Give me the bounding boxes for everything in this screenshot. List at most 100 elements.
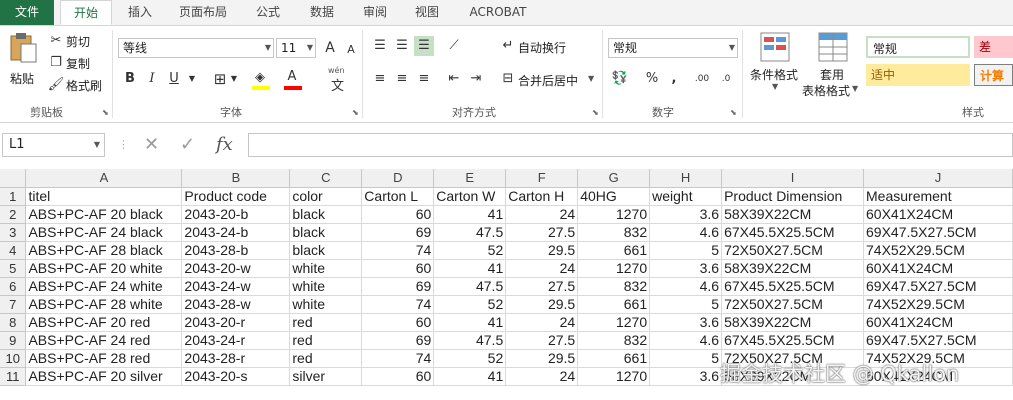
cut-button[interactable]: ✂ 剪切 [46, 32, 106, 50]
cell-G[interactable]: 832 [577, 277, 651, 296]
merge-center-button[interactable]: ⊟ 合并后居中 ▼ [498, 69, 598, 89]
cell-I[interactable]: 58X39X22CM [721, 313, 865, 332]
cell-E[interactable]: 47.5 [433, 223, 507, 242]
cell-J[interactable]: 60X41X24CM [863, 259, 1013, 278]
number-format-select[interactable]: 常规 ▼ [608, 38, 738, 58]
cell-E[interactable]: 52 [433, 241, 507, 260]
cell-H[interactable]: 4.6 [649, 331, 723, 350]
cell-B[interactable]: 2043-20-r [181, 313, 291, 332]
style-neutral[interactable]: 适中 [866, 64, 970, 86]
cell-J[interactable]: 69X47.5X27.5CM [863, 223, 1013, 242]
column-header-I[interactable]: I [721, 169, 865, 188]
italic-button[interactable]: I [142, 69, 162, 89]
cell-I[interactable]: Product Dimension [721, 187, 865, 206]
font-color-button[interactable]: A [282, 68, 304, 90]
cell-D[interactable]: 60 [361, 367, 435, 386]
cell-G[interactable]: 1270 [577, 205, 651, 224]
column-header-C[interactable]: C [289, 169, 363, 188]
alignment-launcher-icon[interactable]: ⬊ [592, 108, 599, 117]
row-header[interactable]: 3 [0, 223, 27, 242]
cell-E[interactable]: 52 [433, 295, 507, 314]
cell-F[interactable]: 29.5 [505, 349, 579, 368]
select-all-corner[interactable] [0, 169, 27, 188]
cell-D[interactable]: 69 [361, 223, 435, 242]
align-bottom-icon[interactable]: ☰ [414, 36, 434, 56]
cell-I[interactable]: 67X45.5X25.5CM [721, 277, 865, 296]
cell-J[interactable]: 74X52X29.5CM [863, 241, 1013, 260]
row-header[interactable]: 4 [0, 241, 27, 260]
cell-I[interactable]: 72X50X27.5CM [721, 295, 865, 314]
cell-C[interactable]: color [289, 187, 363, 206]
cell-B[interactable]: Product code [181, 187, 291, 206]
style-calculation[interactable]: 计算 [974, 64, 1013, 86]
style-bad[interactable]: 差 [974, 36, 1013, 58]
cell-G[interactable]: 1270 [577, 367, 651, 386]
cell-B[interactable]: 2043-20-s [181, 367, 291, 386]
increase-indent-icon[interactable]: ⇥ [466, 69, 486, 89]
cell-H[interactable]: 4.6 [649, 223, 723, 242]
tab-review[interactable]: 审阅 [353, 0, 397, 25]
tab-page-layout[interactable]: 页面布局 [170, 0, 236, 25]
cell-H[interactable]: 3.6 [649, 313, 723, 332]
tab-acrobat[interactable]: ACROBAT [460, 0, 536, 25]
tab-insert[interactable]: 插入 [118, 0, 162, 25]
cell-C[interactable]: red [289, 313, 363, 332]
cell-D[interactable]: Carton L [361, 187, 435, 206]
cell-H[interactable]: 3.6 [649, 259, 723, 278]
cell-J[interactable]: 60X41X24CM [863, 205, 1013, 224]
cell-E[interactable]: Carton W [433, 187, 507, 206]
chevron-down-icon[interactable]: ▼ [182, 69, 202, 89]
row-header[interactable]: 11 [0, 367, 27, 386]
cell-F[interactable]: 24 [505, 313, 579, 332]
clipboard-launcher-icon[interactable]: ⬊ [102, 108, 109, 117]
cell-H[interactable]: 4.6 [649, 277, 723, 296]
cell-G[interactable]: 1270 [577, 313, 651, 332]
cell-B[interactable]: 2043-28-r [181, 349, 291, 368]
cell-E[interactable]: 52 [433, 349, 507, 368]
format-painter-button[interactable]: 🖌 格式刷 [46, 76, 106, 94]
cell-H[interactable]: 5 [649, 295, 723, 314]
column-header-J[interactable]: J [863, 169, 1013, 188]
cell-D[interactable]: 69 [361, 277, 435, 296]
align-right-icon[interactable]: ≡ [414, 69, 434, 89]
cell-E[interactable]: 47.5 [433, 277, 507, 296]
column-header-G[interactable]: G [577, 169, 651, 188]
phonetic-guide-button[interactable]: wén 文 [328, 66, 350, 94]
tab-file[interactable]: 文件 [0, 0, 54, 25]
cell-B[interactable]: 2043-28-w [181, 295, 291, 314]
cell-C[interactable]: black [289, 223, 363, 242]
cell-D[interactable]: 74 [361, 295, 435, 314]
format-as-table-button[interactable]: 套用 表格格式 ▼ [802, 32, 862, 98]
cell-F[interactable]: Carton H [505, 187, 579, 206]
cell-I[interactable]: 58X39X22CM [721, 259, 865, 278]
cell-G[interactable]: 832 [577, 223, 651, 242]
decrease-indent-icon[interactable]: ⇤ [444, 69, 464, 89]
cell-J[interactable]: 74X52X29.5CM [863, 295, 1013, 314]
cell-G[interactable]: 1270 [577, 259, 651, 278]
align-left-icon[interactable]: ≡ [370, 69, 390, 89]
cell-E[interactable]: 41 [433, 259, 507, 278]
cell-A[interactable]: ABS+PC-AF 24 black [25, 223, 183, 242]
font-name-select[interactable]: 等线 ▼ [118, 38, 274, 58]
row-header[interactable]: 6 [0, 277, 27, 296]
row-header[interactable]: 7 [0, 295, 27, 314]
cell-G[interactable]: 832 [577, 331, 651, 350]
cell-E[interactable]: 41 [433, 313, 507, 332]
underline-button[interactable]: U [164, 69, 184, 89]
cell-B[interactable]: 2043-24-b [181, 223, 291, 242]
cell-A[interactable]: ABS+PC-AF 28 black [25, 241, 183, 260]
cell-D[interactable]: 69 [361, 331, 435, 350]
style-normal[interactable]: 常规 [866, 36, 970, 58]
cell-G[interactable]: 661 [577, 349, 651, 368]
cell-F[interactable]: 24 [505, 259, 579, 278]
row-header[interactable]: 8 [0, 313, 27, 332]
row-header[interactable]: 10 [0, 349, 27, 368]
row-header[interactable]: 1 [0, 187, 27, 206]
cell-F[interactable]: 27.5 [505, 331, 579, 350]
cell-B[interactable]: 2043-24-w [181, 277, 291, 296]
cell-C[interactable]: white [289, 277, 363, 296]
cell-J[interactable]: 60X41X24CM [863, 313, 1013, 332]
cell-D[interactable]: 74 [361, 241, 435, 260]
name-box[interactable]: L1 ▼ [2, 133, 105, 157]
paste-button[interactable]: 粘贴 [6, 32, 40, 88]
